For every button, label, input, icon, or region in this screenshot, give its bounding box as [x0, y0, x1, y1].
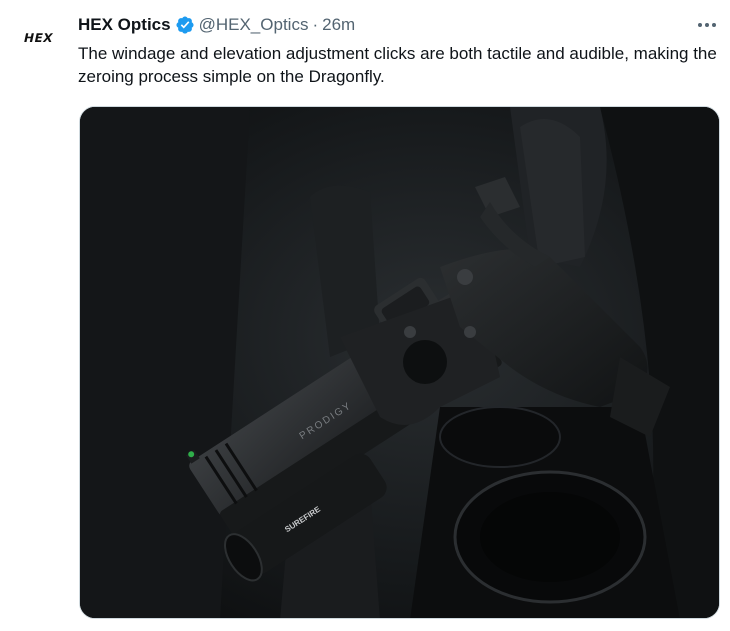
avatar-logo-text: HEX — [22, 31, 54, 45]
verified-badge-icon[interactable] — [175, 15, 195, 35]
author-name[interactable]: HEX Optics — [78, 15, 171, 35]
author-handle[interactable]: @HEX_Optics — [199, 15, 309, 35]
tweet[interactable]: HEX HEX Optics @HEX_Optics · 26m The win… — [0, 0, 730, 631]
tweet-header: HEX Optics @HEX_Optics · 26m — [78, 14, 355, 36]
pistol-photo: PRODIGY SUREFIRE — [80, 107, 719, 618]
timestamp[interactable]: 26m — [322, 15, 355, 35]
tweet-text: The windage and elevation adjustment cli… — [78, 44, 717, 86]
tweet-media-image[interactable]: PRODIGY SUREFIRE — [79, 106, 720, 619]
more-options-icon[interactable] — [696, 14, 718, 36]
separator-dot: · — [312, 15, 319, 34]
avatar[interactable]: HEX — [10, 18, 66, 58]
